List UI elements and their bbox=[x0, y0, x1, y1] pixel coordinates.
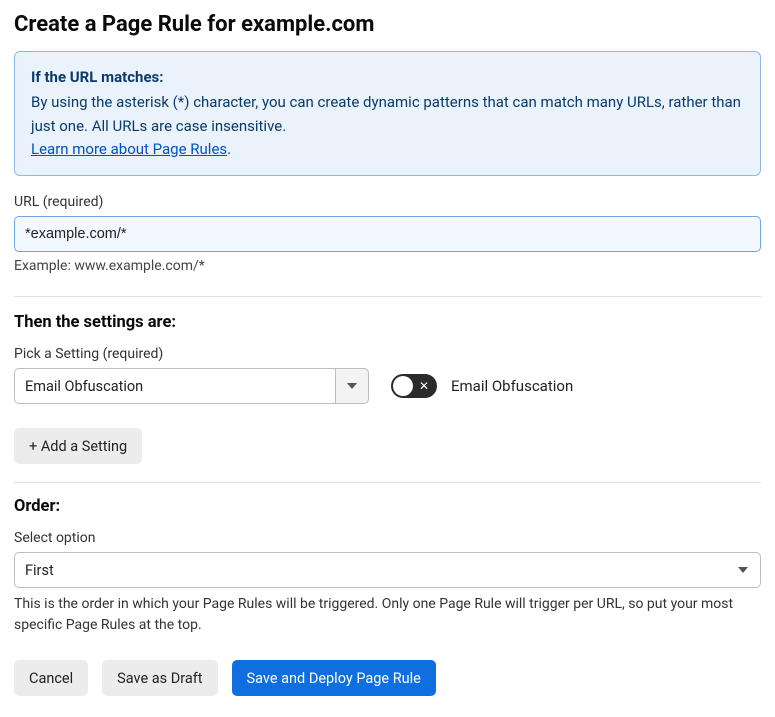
info-box: If the URL matches: By using the asteris… bbox=[14, 51, 761, 176]
add-setting-button[interactable]: + Add a Setting bbox=[14, 428, 142, 464]
info-period: . bbox=[227, 140, 231, 158]
setting-select-value: Email Obfuscation bbox=[14, 368, 335, 404]
info-heading: If the URL matches: bbox=[31, 66, 744, 89]
url-input[interactable] bbox=[14, 216, 761, 252]
x-icon: ✕ bbox=[419, 380, 429, 392]
setting-select[interactable]: Email Obfuscation bbox=[14, 368, 369, 404]
settings-section-title: Then the settings are: bbox=[14, 313, 761, 332]
url-label: URL (required) bbox=[14, 194, 761, 210]
order-help-text: This is the order in which your Page Rul… bbox=[14, 594, 761, 636]
learn-more-link[interactable]: Learn more about Page Rules bbox=[31, 140, 227, 158]
order-select-value: First bbox=[25, 562, 54, 579]
footer-buttons: Cancel Save as Draft Save and Deploy Pag… bbox=[14, 660, 761, 696]
info-body: By using the asterisk (*) character, you… bbox=[31, 93, 741, 134]
setting-row: Pick a Setting (required) Email Obfuscat… bbox=[14, 346, 761, 404]
order-select[interactable]: First bbox=[14, 552, 761, 588]
divider bbox=[14, 296, 761, 297]
order-section-title: Order: bbox=[14, 497, 761, 516]
chevron-down-icon bbox=[738, 567, 748, 573]
divider bbox=[14, 482, 761, 483]
chevron-down-icon bbox=[347, 383, 357, 389]
toggle-label: Email Obfuscation bbox=[451, 377, 573, 395]
url-hint: Example: www.example.com/* bbox=[14, 258, 761, 274]
save-draft-button[interactable]: Save as Draft bbox=[102, 660, 217, 696]
page-title: Create a Page Rule for example.com bbox=[14, 12, 761, 37]
email-obfuscation-toggle[interactable]: ✕ bbox=[391, 374, 437, 398]
save-deploy-button[interactable]: Save and Deploy Page Rule bbox=[232, 660, 436, 696]
cancel-button[interactable]: Cancel bbox=[14, 660, 88, 696]
toggle-knob bbox=[393, 376, 413, 396]
pick-setting-label: Pick a Setting (required) bbox=[14, 346, 369, 362]
setting-select-trigger[interactable] bbox=[335, 368, 369, 404]
order-label: Select option bbox=[14, 530, 761, 546]
